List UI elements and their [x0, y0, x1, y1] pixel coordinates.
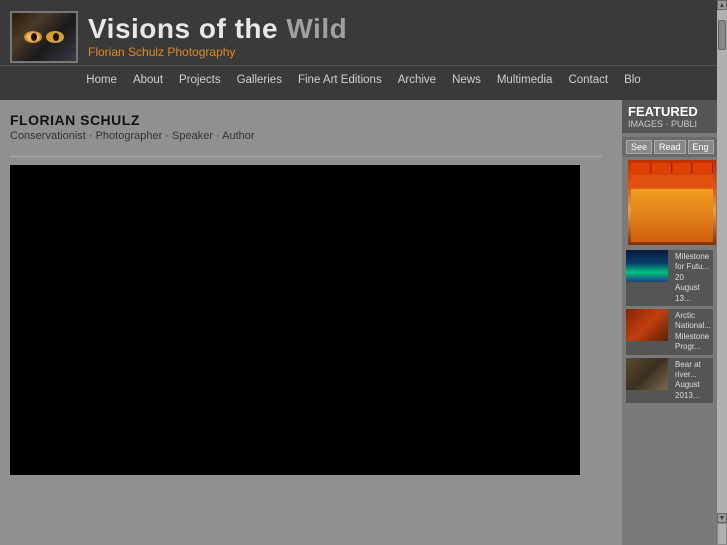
sidebar-text-3: Bear at river... August 2013...	[671, 358, 713, 404]
featured-title: FEATURED	[628, 104, 711, 119]
aurora-image	[626, 250, 668, 282]
video-player[interactable]	[10, 165, 580, 475]
logo-image	[10, 11, 78, 63]
scroll-down-button[interactable]: ▼	[717, 513, 727, 523]
featured-header: FEATURED IMAGES · PUBLI	[622, 100, 717, 133]
sidebar-text-1: Milestone for Futu... 20 August 13...	[671, 250, 713, 306]
title-wild: Wild	[286, 13, 347, 44]
center-content: FLORIAN SCHULZ Conservationist · Photogr…	[0, 100, 612, 545]
magazine-image	[628, 160, 716, 245]
nav-item-projects[interactable]: Projects	[171, 66, 229, 94]
person-section: FLORIAN SCHULZ Conservationist · Photogr…	[0, 100, 612, 150]
bear-image	[626, 358, 668, 390]
image-row-3: Bear at river... August 2013...	[626, 358, 713, 404]
vscroll-thumb[interactable]	[718, 20, 726, 50]
featured-tab-see[interactable]: See	[626, 140, 652, 154]
scroll-bottom-area	[717, 523, 727, 545]
title-main: Visions of the	[88, 13, 286, 44]
nav-item-about[interactable]: About	[125, 66, 171, 94]
right-sidebar: FEATURED IMAGES · PUBLI SeeReadEng	[622, 100, 727, 545]
site-name: Visions of the Wild	[88, 14, 347, 45]
milestone-date: 20 August 13...	[675, 273, 709, 304]
featured-tabs: SeeReadEng	[622, 137, 717, 157]
featured-tab-eng[interactable]: Eng	[688, 140, 714, 154]
site-title: Visions of the Wild Florian Schulz Photo…	[88, 14, 347, 60]
featured-subtitle: IMAGES · PUBLI	[628, 119, 711, 129]
person-titles: Conservationist · Photographer · Speaker…	[10, 130, 597, 142]
person-name: FLORIAN SCHULZ	[10, 112, 597, 128]
nav-item-contact[interactable]: Contact	[560, 66, 616, 94]
nav-item-home[interactable]: Home	[78, 66, 125, 94]
red-image	[626, 309, 668, 341]
nav-item-multimedia[interactable]: Multimedia	[489, 66, 561, 94]
sidebar-text-2: Arctic National... Milestone Progr...	[671, 309, 713, 355]
featured-tab-read[interactable]: Read	[654, 140, 686, 154]
image-row-2: Arctic National... Milestone Progr...	[626, 309, 713, 355]
sidebar-images: Milestone for Futu... 20 August 13... Ar…	[622, 160, 717, 403]
logo-area: Visions of the Wild Florian Schulz Photo…	[0, 0, 727, 65]
vertical-scrollbar[interactable]: ▲ ▼	[717, 0, 727, 545]
site-subtitle: Florian Schulz Photography	[88, 45, 347, 59]
nav-item-archive[interactable]: Archive	[390, 66, 444, 94]
divider	[10, 156, 602, 157]
main-layout: FLORIAN SCHULZ Conservationist · Photogr…	[0, 100, 727, 545]
nav-item-fine-art[interactable]: Fine Art Editions	[290, 66, 390, 94]
main-nav: HomeAboutProjectsGalleriesFine Art Editi…	[0, 65, 727, 93]
milestone-label: Milestone for Futu...	[675, 252, 709, 273]
nav-item-news[interactable]: News	[444, 66, 489, 94]
nav-item-blog[interactable]: Blo	[616, 66, 649, 94]
image-row-1: Milestone for Futu... 20 August 13...	[626, 250, 713, 306]
site-header: Visions of the Wild Florian Schulz Photo…	[0, 0, 727, 100]
scroll-up-button[interactable]: ▲	[717, 0, 727, 10]
nav-item-galleries[interactable]: Galleries	[229, 66, 290, 94]
